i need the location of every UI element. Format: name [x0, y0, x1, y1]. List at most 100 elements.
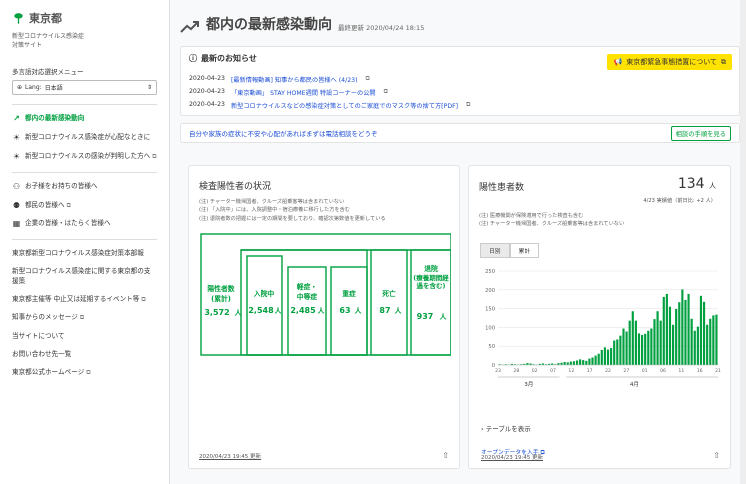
share-icon[interactable]: ⇧	[713, 451, 720, 460]
sidebar-link-official[interactable]: 東京都公式ホームページ ⧉	[12, 368, 157, 377]
bar	[588, 358, 591, 365]
sidebar-link-contacts[interactable]: お問い合わせ先一覧	[12, 350, 157, 359]
bar	[706, 324, 709, 365]
y-tick-label: 150	[485, 307, 495, 313]
sidebar-link-support[interactable]: 新型コロナウイルス感染症に関する東京都の支援策	[12, 267, 157, 285]
sidebar-link-about[interactable]: 当サイトについて	[12, 332, 157, 341]
sidebar-item-infected[interactable]: ☀ 新型コロナウイルスの感染が判明した方へ ⧉	[12, 152, 157, 163]
sidebar-item-trend[interactable]: ↗ 都内の最新感染動向	[12, 114, 157, 125]
bar	[644, 333, 647, 365]
emergency-measures-button[interactable]: 📢 東京都緊急事態措置について ⧉	[607, 54, 732, 70]
external-link-icon: ⧉	[721, 57, 726, 66]
bar	[628, 320, 631, 365]
news-item[interactable]: 2020-04-23 新型コロナウイルスなどの感染症対策としてのご家庭でのマスク…	[189, 101, 731, 110]
divider	[12, 239, 157, 241]
select-arrow-icon: ⇕	[146, 84, 152, 92]
news-item[interactable]: 2020-04-23 「東京動画」 STAY HOME週間 特設コーナーの公開 …	[189, 88, 731, 97]
severe-label: 重症	[342, 289, 356, 298]
bar	[619, 335, 622, 365]
positive-card-notes: (注) 医療機関が保険適用で行った検査も含む (注) チャーター機帰国者、クルー…	[479, 212, 624, 229]
news-item[interactable]: 2020-04-23 [最新情報動画] 知事から都民の皆様へ (4/23) ⧉	[189, 75, 731, 84]
x-tick-label: 22	[605, 368, 611, 374]
bar	[634, 320, 637, 365]
mild-label: 軽症・	[297, 282, 317, 291]
bar	[610, 348, 613, 365]
sidebar-item-label: 新型コロナウイルスの感染が判明した方へ	[25, 151, 151, 160]
discharged-label: 退院	[424, 264, 438, 273]
language-select[interactable]: ⊕ Lang: 日本語 ⇕	[12, 80, 157, 96]
consult-text[interactable]: 自分や家族の症状に不安や心配があればまずは電話相談をどうぞ	[189, 128, 378, 138]
box-death	[370, 249, 408, 356]
mild-value: 2,485	[290, 306, 316, 315]
language-menu-title: 多言語対応選択メニュー	[12, 68, 84, 77]
bar	[702, 301, 706, 365]
sidebar-item-citizens[interactable]: ⚉ 都民の皆様へ ⧉	[12, 201, 157, 212]
positive-count-unit: 人	[709, 182, 716, 190]
tokyo-leaf-icon	[14, 12, 23, 24]
sidebar-item-business[interactable]: ▦ 企業の皆様・はたらく皆様へ	[12, 219, 157, 230]
sidebar-item-label: 企業の皆様・はたらく皆様へ	[25, 219, 111, 228]
sidebar-item-children[interactable]: ⚇ お子様をお持ちの皆様へ	[12, 182, 157, 193]
consult-procedure-button[interactable]: 相談の手順を見る	[670, 125, 731, 141]
severe-unit: 人	[355, 306, 362, 315]
bar	[715, 314, 718, 365]
sidebar-link-governor[interactable]: 知事からのメッセージ ⧉	[12, 313, 157, 322]
x-tick-label: 23	[495, 368, 501, 374]
bar	[575, 360, 579, 365]
x-tick-label: 11	[678, 368, 684, 374]
discharged-sublabel: (療養期間経過を含む)	[413, 274, 449, 291]
x-tick-label: 01	[642, 368, 648, 374]
bar	[650, 328, 653, 365]
family-icon: ⚇	[12, 181, 21, 191]
discharged-unit: 人	[440, 312, 447, 321]
consult-bar: 自分や家族の症状に不安や心配があればまずは電話相談をどうぞ 相談の手順を見る	[180, 123, 740, 143]
sidebar-item-worried[interactable]: ☀ 新型コロナウイルス感染症が心配なときに	[12, 133, 157, 144]
news-link[interactable]: 「東京動画」 STAY HOME週間 特設コーナーの公開	[231, 88, 376, 97]
bar	[684, 299, 687, 365]
y-tick-label: 100	[485, 325, 495, 331]
external-link-icon: ⧉	[141, 295, 146, 303]
tab-daily[interactable]: 日別	[480, 243, 510, 258]
bar	[631, 311, 634, 365]
x-tick-label: 12	[568, 368, 574, 374]
sidebar-link-events[interactable]: 東京都主催等 中止又は延期するイベント等 ⧉	[12, 295, 157, 304]
note: (注) 「入院中」には、入院調整中・宿泊療養に移行した方を含む	[199, 207, 350, 214]
tab-cumulative[interactable]: 累計	[509, 243, 540, 258]
news-link[interactable]: 新型コロナウイルスなどの感染症対策としてのご家庭でのマスク等の捨て方[PDF]	[231, 101, 458, 110]
site-subtitle: 新型コロナウイルス感染症 対策サイト	[12, 33, 85, 49]
bar	[656, 311, 659, 365]
bar	[606, 349, 610, 365]
emergency-label: 東京都緊急事態措置について	[626, 58, 717, 66]
language-value: 日本語	[44, 85, 63, 93]
y-tick-label: 50	[488, 344, 495, 350]
news-link[interactable]: [最新情報動画] 知事から都民の皆様へ (4/23)	[231, 75, 357, 84]
bar	[569, 361, 572, 365]
main-content: 都内の最新感染動向 最終更新 2020/04/24 18:15 ⓘ 最新のお知ら…	[180, 0, 740, 484]
bar	[637, 333, 641, 365]
show-table-label: テーブルを表示	[485, 425, 531, 433]
sidebar-item-label: 都民の皆様へ	[25, 200, 65, 209]
scrollbar[interactable]	[740, 0, 746, 484]
sidebar-link-label: 東京都主催等 中止又は延期するイベント等	[12, 294, 140, 303]
page-header: 都内の最新感染動向 最終更新 2020/04/24 18:15	[180, 14, 740, 34]
note: (注) チャーター機帰国者、クルーズ船乗客等は含まれていない	[479, 221, 625, 228]
x-tick-label: 02	[532, 368, 538, 374]
logo[interactable]: 東京都	[12, 10, 157, 26]
trend-icon: ↗	[13, 114, 20, 124]
external-link-icon: ⧉	[383, 88, 388, 95]
test-card-header: 検査陽性者の状況 (注) チャーター機帰国者、クルーズ船乗客等は含まれていない …	[199, 179, 386, 223]
bar	[560, 362, 563, 365]
death-value: 87	[379, 306, 390, 315]
test-status-card: 検査陽性者の状況 (注) チャーター機帰国者、クルーズ船乗客等は含まれていない …	[188, 165, 460, 469]
bar	[696, 326, 699, 365]
sidebar-link-headquarters[interactable]: 東京都新型コロナウイルス感染症対策本部報	[12, 249, 157, 258]
y-tick-label: 250	[485, 269, 495, 275]
x-tick-label: 27	[623, 368, 629, 374]
news-list: 2020-04-23 [最新情報動画] 知事から都民の皆様へ (4/23) ⧉ …	[189, 75, 731, 110]
show-table-toggle[interactable]: › テーブルを表示	[481, 423, 531, 433]
share-icon[interactable]: ⇧	[442, 451, 449, 460]
bar	[603, 347, 606, 365]
positive-label: 陽性者数	[207, 284, 234, 293]
sun-icon: ☀	[12, 133, 21, 143]
bar	[582, 360, 585, 365]
